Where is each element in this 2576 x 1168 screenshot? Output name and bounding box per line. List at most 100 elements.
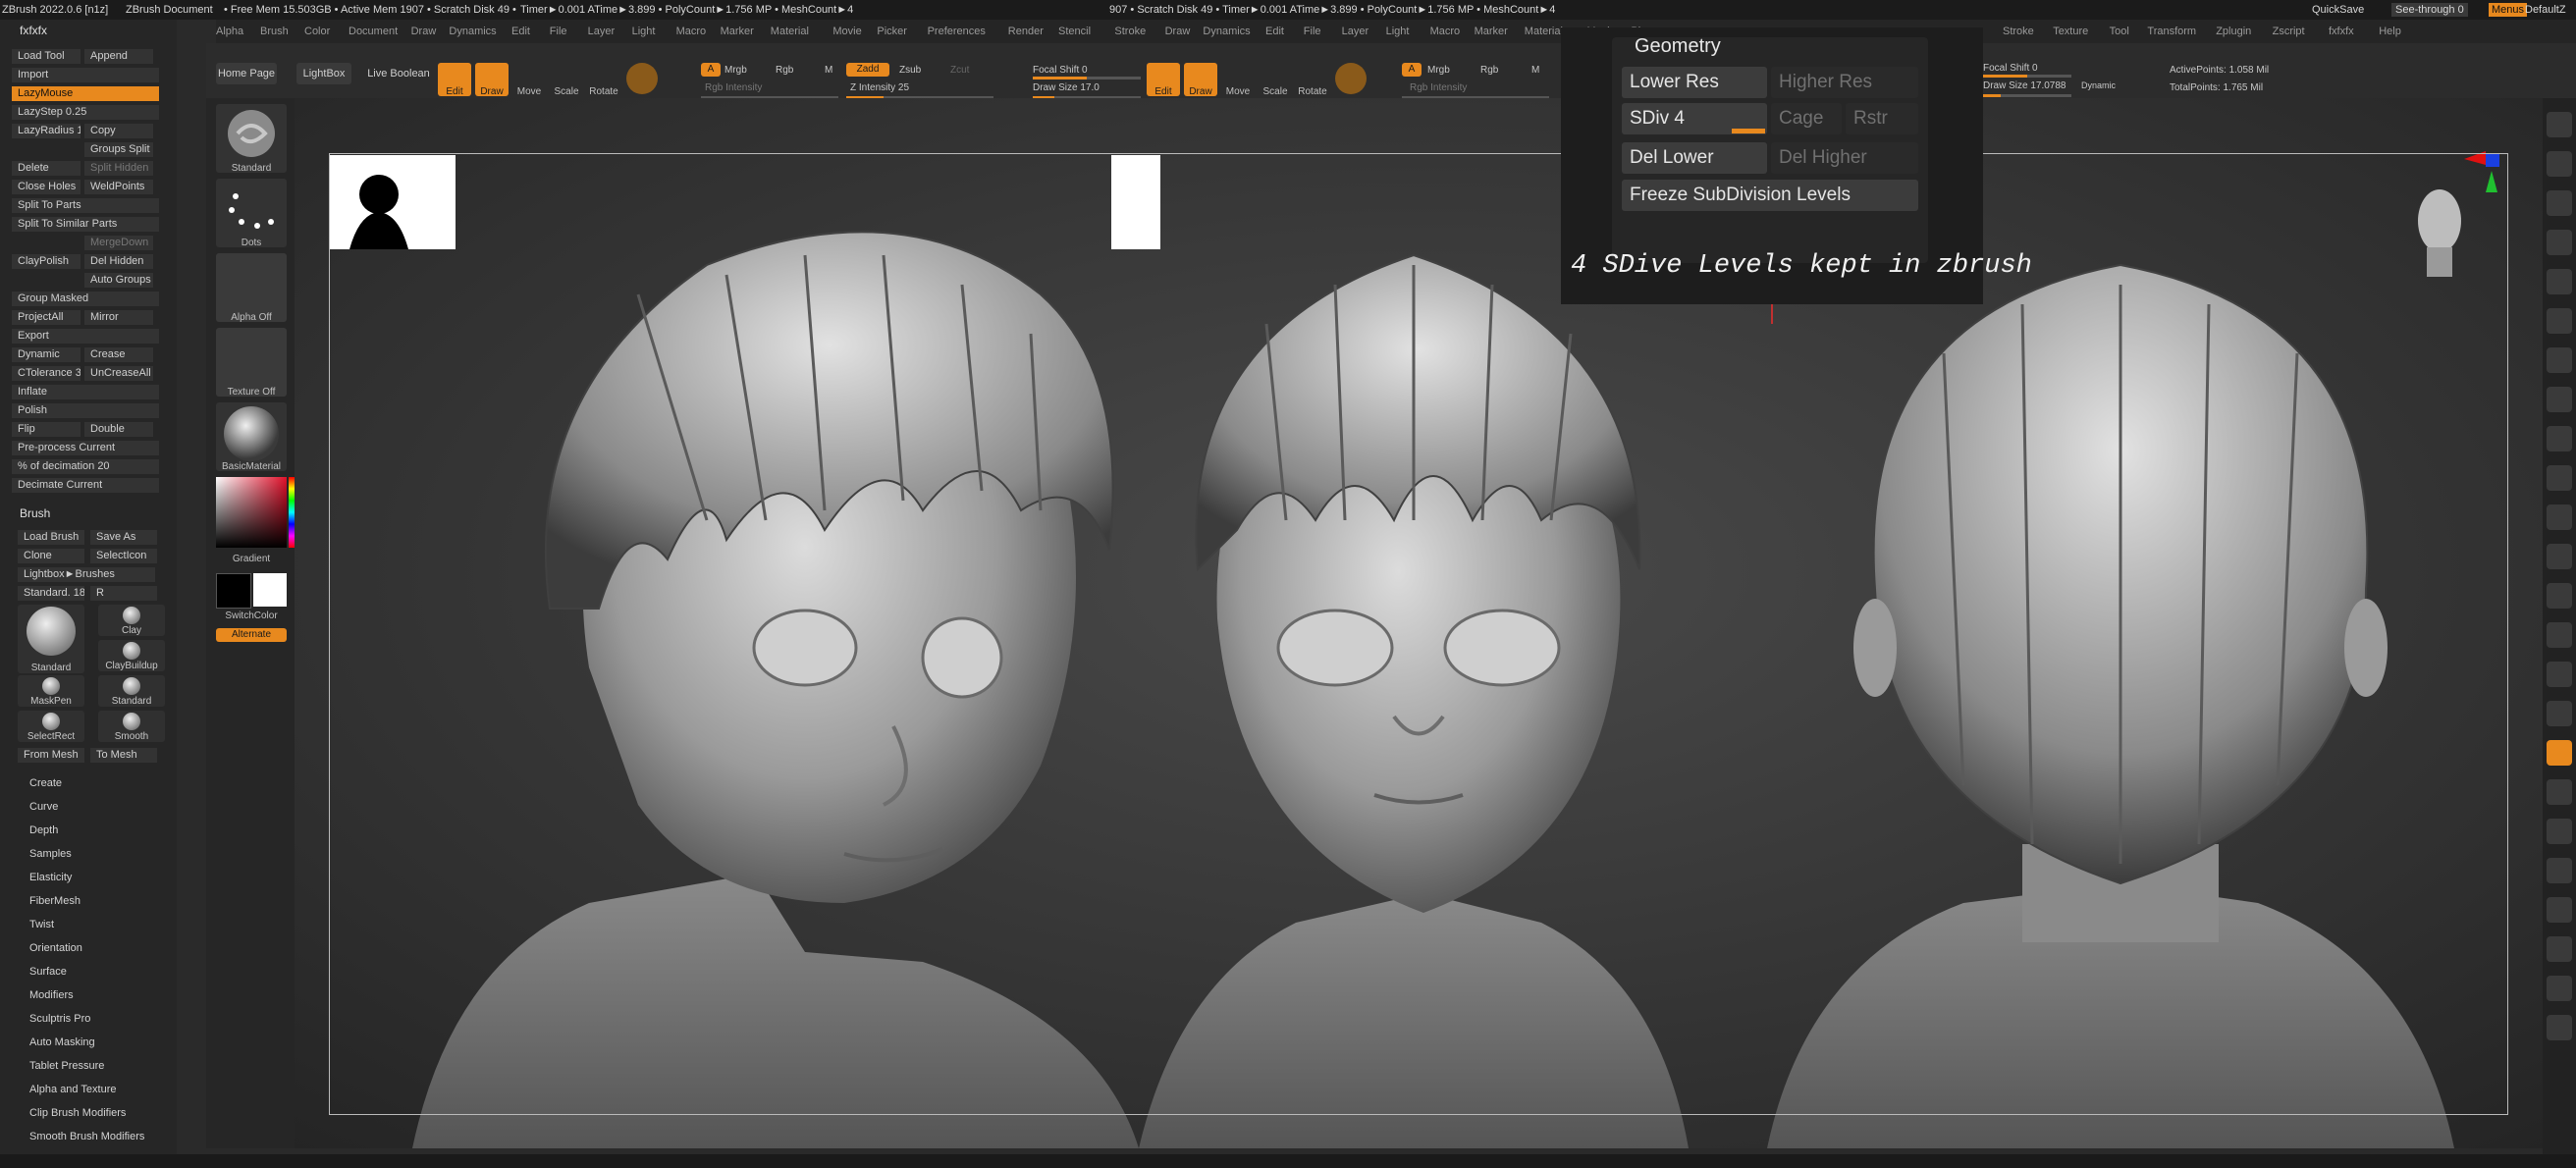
view-tool-icon[interactable] (2547, 504, 2572, 530)
brush-action-0-1[interactable]: Save As (90, 530, 157, 545)
view-tool-icon[interactable] (2547, 269, 2572, 294)
brush-submenu-1[interactable]: Curve (29, 801, 58, 813)
rstr-button[interactable]: Rstr (1846, 103, 1918, 134)
menu-item-10[interactable]: Macro (676, 20, 707, 43)
view-tool-icon[interactable] (2547, 308, 2572, 334)
menu-item-14[interactable]: Picker (877, 20, 907, 43)
view-tool-icon[interactable] (2547, 465, 2572, 491)
menu-item-6[interactable]: Edit (511, 20, 530, 43)
subtool-action-6-0[interactable]: Delete (12, 161, 80, 176)
menu-item-16[interactable]: Render (1008, 20, 1044, 43)
brush-submenu-3[interactable]: Samples (29, 848, 72, 860)
scale-button-2[interactable]: Scale (1259, 63, 1292, 97)
menu-item-right-1[interactable]: Texture (2053, 20, 2088, 43)
m-button[interactable]: M (825, 65, 832, 76)
brush-submenu-15[interactable]: Smooth Brush Modifiers (29, 1131, 144, 1142)
view-tool-icon[interactable] (2547, 1015, 2572, 1040)
secondary-color-swatch[interactable] (253, 573, 287, 607)
brush-thumb-1[interactable]: Clay (98, 605, 165, 636)
view-tool-icon[interactable] (2547, 151, 2572, 177)
menu-item-right-4[interactable]: Zplugin (2216, 20, 2251, 43)
switch-color-button[interactable]: SwitchColor (216, 611, 287, 621)
menus-button[interactable]: Menus (2489, 3, 2528, 17)
subtool-action-15-0[interactable]: Export (12, 329, 159, 344)
brush-submenu-7[interactable]: Orientation (29, 942, 82, 954)
brush-submenu-0[interactable]: Create (29, 777, 62, 789)
menu-item-24[interactable]: Light (1386, 20, 1410, 43)
brush-thumb-4[interactable]: Standard (98, 675, 165, 707)
subtool-action-17-1[interactable]: UnCreaseAll (84, 366, 153, 381)
see-through-slider[interactable]: See-through 0 (2391, 3, 2468, 17)
menu-item-right-3[interactable]: Transform (2147, 20, 2196, 43)
sdiv-slider[interactable]: SDiv 4 (1622, 103, 1767, 134)
default-script-button[interactable]: DefaultZ (2525, 0, 2566, 20)
subtool-action-0-1[interactable]: Append (84, 49, 153, 64)
menu-item-13[interactable]: Movie (832, 20, 861, 43)
primary-color-swatch[interactable] (216, 573, 251, 609)
brush-submenu-5[interactable]: FiberMesh (29, 895, 80, 907)
dynamic-button[interactable]: Dynamic (2081, 80, 2116, 90)
subtool-action-14-0[interactable]: ProjectAll (12, 310, 80, 325)
rotate-button-2[interactable]: Rotate (1296, 63, 1329, 97)
menu-item-4[interactable]: Draw (411, 20, 437, 43)
view-tool-icon[interactable] (2547, 544, 2572, 569)
subtool-action-7-1[interactable]: WeldPoints (84, 180, 153, 194)
brush-action-1-0[interactable]: Clone (18, 549, 84, 563)
sdiv-slider-handle[interactable] (1732, 129, 1765, 133)
focal-shift-slider-2[interactable] (1983, 75, 2071, 78)
subtool-action-20-0[interactable]: Flip (12, 422, 80, 437)
color-picker[interactable] (216, 477, 287, 548)
subtool-action-18-0[interactable]: Inflate (12, 385, 159, 399)
focal-shift-slider[interactable] (1033, 77, 1141, 80)
subtool-action-9-0[interactable]: Split To Similar Parts (12, 217, 159, 232)
menu-item-25[interactable]: Macro (1430, 20, 1461, 43)
view-tool-icon[interactable] (2547, 622, 2572, 648)
brush-action-3-0[interactable]: Standard. 181 (18, 586, 84, 601)
brush-thumb-6[interactable]: Smooth (98, 711, 165, 742)
view-tool-icon[interactable] (2547, 387, 2572, 412)
draw-size-slider-2[interactable] (1983, 94, 2071, 97)
subtool-action-20-1[interactable]: Double (84, 422, 153, 437)
draw-button-2[interactable]: Draw (1184, 63, 1217, 97)
m-button-2[interactable]: M (1531, 65, 1539, 76)
geometry-title[interactable]: Geometry (1635, 35, 1721, 58)
menu-item-3[interactable]: Document (349, 20, 398, 43)
view-tool-icon[interactable] (2547, 858, 2572, 883)
subtool-action-6-1[interactable]: Split Hidden (84, 161, 153, 176)
draw-button[interactable]: Draw (475, 63, 509, 97)
view-tool-icon[interactable] (2547, 897, 2572, 923)
home-page-button[interactable]: Home Page (216, 63, 277, 84)
view-tool-icon[interactable] (2547, 779, 2572, 805)
view-tool-icon[interactable] (2547, 662, 2572, 687)
brush-submenu-11[interactable]: Auto Masking (29, 1036, 95, 1048)
brush-action-0-0[interactable]: Load Brush (18, 530, 84, 545)
menu-item-23[interactable]: Layer (1342, 20, 1369, 43)
cage-button[interactable]: Cage (1771, 103, 1842, 134)
rgb-button-2[interactable]: Rgb (1480, 65, 1498, 76)
subtool-action-14-1[interactable]: Mirror (84, 310, 153, 325)
subtool-action-3-0[interactable]: LazyStep 0.25 (12, 105, 159, 120)
menu-item-5[interactable]: Dynamics (449, 20, 496, 43)
freeze-subdivision-button[interactable]: Freeze SubDivision Levels (1622, 180, 1918, 211)
menu-item-22[interactable]: File (1304, 20, 1321, 43)
view-tool-icon[interactable] (2547, 701, 2572, 726)
menu-item-20[interactable]: Dynamics (1203, 20, 1250, 43)
rotate-button[interactable]: Rotate (587, 63, 620, 97)
menu-item-12[interactable]: Material (771, 20, 809, 43)
menu-item-18[interactable]: Stroke (1114, 20, 1146, 43)
live-boolean-button[interactable]: Live Boolean (361, 63, 436, 84)
brush-submenu-12[interactable]: Tablet Pressure (29, 1060, 104, 1072)
menu-item-right-6[interactable]: fxfxfx (2329, 20, 2354, 43)
brush-submenu-14[interactable]: Clip Brush Modifiers (29, 1107, 126, 1119)
menu-item-21[interactable]: Edit (1265, 20, 1284, 43)
mrgb-button-2[interactable]: Mrgb (1427, 65, 1450, 76)
subtool-action-11-1[interactable]: Del Hidden (84, 254, 153, 269)
menu-item-right-2[interactable]: Tool (2110, 20, 2129, 43)
edit-button[interactable]: Edit (438, 63, 471, 97)
brush-thumb-0[interactable]: Standard (18, 605, 84, 673)
view-tool-icon[interactable] (2547, 976, 2572, 1001)
subtool-action-19-0[interactable]: Polish (12, 403, 159, 418)
subtool-name[interactable]: fxfxfx (20, 24, 47, 37)
subtool-action-23-0[interactable]: Decimate Current (12, 478, 159, 493)
menu-item-27[interactable]: Material (1525, 20, 1563, 43)
